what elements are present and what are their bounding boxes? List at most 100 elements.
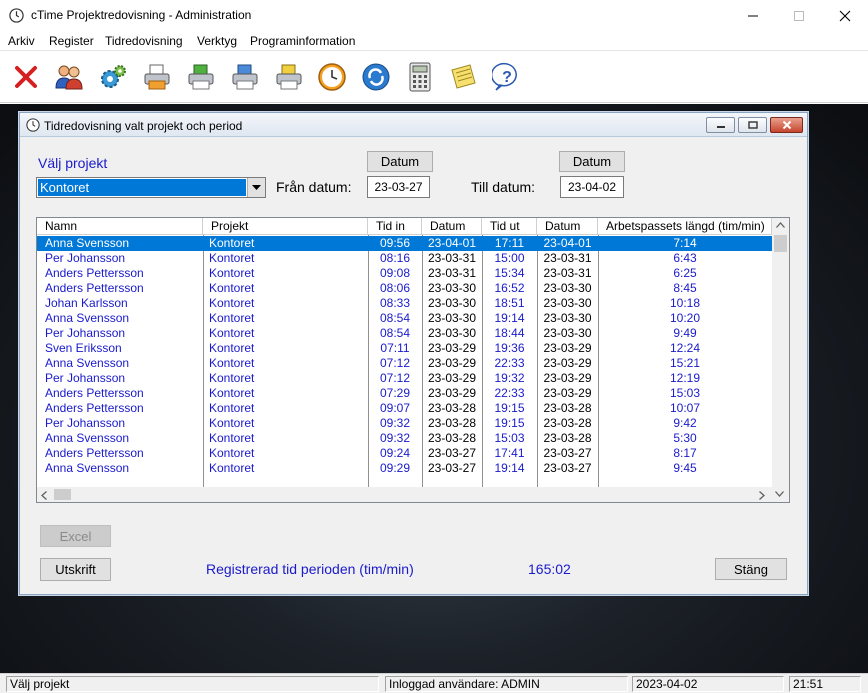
table-cell: 07:11 [380, 341, 410, 355]
minimize-button[interactable] [730, 0, 776, 31]
print-blue-button[interactable] [228, 60, 262, 94]
menu-verktyg[interactable]: Verktyg [197, 34, 237, 48]
menu-programinformation[interactable]: Programinformation [250, 34, 355, 48]
table-cell: 23-03-29 [543, 341, 592, 355]
table-cell: 6:43 [673, 251, 697, 265]
close-red-x-icon [15, 66, 37, 88]
menu-bar: Arkiv Register Tidredovisning Verktyg Pr… [0, 31, 868, 51]
table-cell: 9:49 [673, 326, 697, 340]
table-row[interactable]: Anna Svensson Kontoret 09:32 23-03-28 15:03 2… [37, 431, 772, 446]
horizontal-scrollbar[interactable] [37, 487, 789, 502]
table-row[interactable]: Anders Pettersson Kontoret 09:07 23-03-28 19… [37, 401, 772, 416]
dialog-minimize-button[interactable] [706, 117, 735, 133]
table-row[interactable]: Sven Eriksson Kontoret 07:11 23-03-29 19:36 2… [37, 341, 772, 356]
column-header-namn[interactable]: Namn [37, 218, 203, 235]
table-row[interactable]: Anders Pettersson Kontoret 08:06 23-03-30 16… [37, 281, 772, 296]
chevron-down-icon[interactable] [775, 491, 784, 497]
settings-button[interactable] [96, 60, 130, 94]
close-dialog-button[interactable]: Stäng [715, 558, 787, 580]
table-cell: 19:15 [494, 416, 525, 430]
help-button[interactable]: ? [490, 60, 524, 94]
table-cell: 08:33 [379, 296, 411, 310]
menu-arkiv[interactable]: Arkiv [8, 34, 35, 48]
table-cell: Kontoret [209, 416, 255, 430]
column-header-datum-ut[interactable]: Datum [537, 218, 598, 235]
column-header-tid-in[interactable]: Tid in [368, 218, 422, 235]
table-row[interactable]: Anna Svensson Kontoret 08:54 23-03-30 19:14 2… [37, 311, 772, 326]
table-cell: 19:15 [494, 401, 525, 415]
from-date-label: Från datum: [276, 179, 352, 195]
menu-register[interactable]: Register [49, 34, 94, 48]
table-cell: 23-03-31 [543, 266, 592, 280]
table-cell: 15:00 [494, 251, 525, 265]
to-date-button[interactable]: Datum [559, 151, 625, 172]
column-header-datum-in[interactable]: Datum [422, 218, 482, 235]
table-row[interactable]: Anna Svensson Kontoret 09:56 23-04-01 17:11 2… [37, 236, 772, 251]
notes-button[interactable] [446, 60, 480, 94]
print-button[interactable]: Utskrift [40, 558, 111, 581]
table-row[interactable]: Per Johansson Kontoret 08:54 23-03-30 18:44 2… [37, 326, 772, 341]
table-row[interactable]: Anna Svensson Kontoret 09:29 23-03-27 19:14 2… [37, 461, 772, 476]
chevron-up-icon[interactable] [776, 222, 785, 228]
table-cell: 23-03-28 [427, 401, 477, 415]
table-cell: 10:07 [669, 401, 701, 415]
sync-button[interactable] [359, 60, 393, 94]
table-row[interactable]: Anna Svensson Kontoret 07:12 23-03-29 22:33 2… [37, 356, 772, 371]
table-row[interactable]: Anders Pettersson Kontoret 07:29 23-03-29 22… [37, 386, 772, 401]
users-button[interactable] [52, 60, 86, 94]
table-cell: 17:41 [494, 446, 525, 460]
table-cell: 23-03-30 [427, 311, 477, 325]
vertical-scroll-thumb[interactable] [774, 235, 787, 252]
print-yellow-button[interactable] [272, 60, 306, 94]
chevron-left-icon[interactable] [41, 491, 47, 500]
table-cell: 09:56 [379, 236, 411, 250]
project-select[interactable]: Kontoret [36, 177, 266, 198]
print-green-button[interactable] [184, 60, 218, 94]
table-cell: 16:52 [494, 281, 525, 295]
table-cell: Kontoret [209, 446, 255, 460]
to-date-field[interactable]: 23-04-02 [560, 176, 624, 198]
table-row[interactable]: Per Johansson Kontoret 07:12 23-03-29 19:32 2… [37, 371, 772, 386]
table-cell: 09:24 [379, 446, 411, 460]
table-cell: 15:34 [494, 266, 525, 280]
table-cell: 6:25 [673, 266, 697, 280]
report-dialog: Tidredovisning valt projekt och period V… [19, 112, 808, 595]
table-cell: Kontoret [209, 341, 255, 355]
dialog-restore-button[interactable] [738, 117, 767, 133]
table-cell: Anna Svensson [45, 431, 130, 445]
excel-button[interactable]: Excel [40, 525, 111, 547]
table-cell: 07:12 [379, 371, 411, 385]
calculator-button[interactable] [403, 60, 437, 94]
dialog-close-button[interactable] [770, 117, 803, 133]
close-window-button[interactable] [822, 0, 868, 31]
table-cell: 19:14 [494, 311, 525, 325]
vertical-scrollbar[interactable] [772, 218, 789, 487]
from-date-field[interactable]: 23-03-27 [367, 176, 430, 198]
menu-tidredovisning[interactable]: Tidredovisning [105, 34, 183, 48]
exit-button[interactable] [9, 60, 43, 94]
table-row[interactable]: Anders Pettersson Kontoret 09:24 23-03-27 17… [37, 446, 772, 461]
table-cell: 23-03-27 [427, 446, 477, 460]
table-row[interactable]: Per Johansson Kontoret 09:32 23-03-28 19:15 2… [37, 416, 772, 431]
column-header-tid-ut[interactable]: Tid ut [482, 218, 537, 235]
chevron-right-icon[interactable] [759, 491, 765, 500]
table-row[interactable]: Anders Pettersson Kontoret 09:08 23-03-31 15… [37, 266, 772, 281]
table-row[interactable]: Johan Karlsson Kontoret 08:33 23-03-30 18:51… [37, 296, 772, 311]
column-header-projekt[interactable]: Projekt [203, 218, 368, 235]
from-date-button[interactable]: Datum [367, 151, 433, 172]
clock-button[interactable] [315, 60, 349, 94]
users-icon [55, 65, 83, 90]
horizontal-scroll-thumb[interactable] [54, 489, 71, 500]
table-cell: 23-03-27 [543, 446, 592, 460]
table-cell: 23-03-30 [427, 326, 477, 340]
column-header-arbetspass[interactable]: Arbetspassets längd (tim/min) [598, 218, 772, 235]
project-dropdown-button[interactable] [247, 178, 265, 197]
table-cell: 23-03-29 [543, 356, 592, 370]
time-report-table[interactable]: Namn Projekt Tid in Datum Tid ut Datum A… [36, 217, 790, 503]
maximize-button[interactable] [776, 0, 822, 31]
printer-blue-icon [232, 64, 258, 90]
print-orange-button[interactable] [140, 60, 174, 94]
table-row[interactable]: Per Johansson Kontoret 08:16 23-03-31 15:00 2… [37, 251, 772, 266]
to-date-label: Till datum: [471, 179, 536, 195]
status-bar: Välj projekt Inloggad användare: ADMIN 2… [0, 673, 868, 693]
